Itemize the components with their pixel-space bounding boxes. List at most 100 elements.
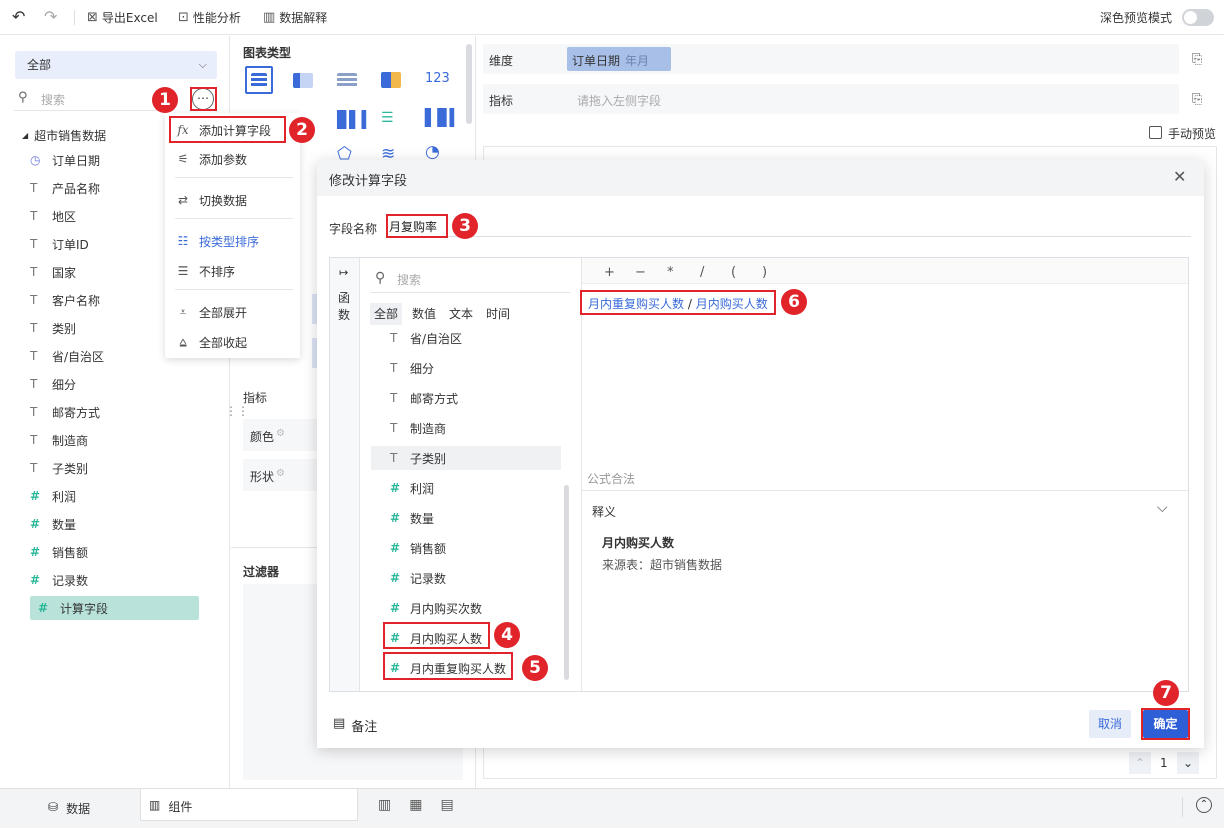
gauge-icon[interactable]: ◔ (425, 142, 440, 162)
toolbar-divider (74, 10, 75, 25)
stacked-chart-icon[interactable]: ▌▊▍ (425, 108, 462, 127)
field-item[interactable]: T 类别 (30, 316, 76, 340)
field-item[interactable]: T 邮寄方式 (30, 400, 100, 424)
component-tab[interactable]: ▥ 组件 (140, 789, 358, 821)
perf-analysis-button[interactable]: ⊡ 性能分析 (178, 9, 241, 26)
field-search-input[interactable]: 搜索 (41, 91, 65, 108)
dimension-row[interactable]: 维度 订单日期 年月 (483, 44, 1179, 74)
field-item[interactable]: T 制造商 (30, 428, 88, 452)
chart-type-scrollbar[interactable] (466, 44, 472, 124)
dialog-search-input[interactable]: 搜索 (397, 271, 421, 288)
add-text-icon[interactable]: ▤ (440, 797, 453, 813)
detail-table-icon (251, 73, 267, 87)
page-up-button[interactable]: ⌃ (1129, 752, 1151, 774)
dark-preview-toggle[interactable] (1182, 9, 1214, 26)
menu-item-expand-all[interactable]: ⩡ 全部展开 (175, 302, 247, 322)
dialog-field-item[interactable]: T 子类别 (371, 446, 561, 470)
dialog-field-item[interactable]: # 数量 (390, 506, 434, 530)
data-tab[interactable]: ⛁ 数据 (48, 800, 90, 817)
dialog-field-item[interactable]: T 制造商 (390, 416, 446, 440)
treemap-icon[interactable] (381, 72, 401, 88)
undo-button[interactable]: ↶ (12, 7, 25, 26)
data-explain-button[interactable]: ▥ 数据解释 (263, 9, 327, 26)
menu-item-collapse-all[interactable]: ⩠ 全部收起 (175, 332, 247, 352)
field-item[interactable]: # 计算字段 (30, 596, 199, 620)
dialog-field-item[interactable]: # 月内购买次数 (390, 596, 482, 620)
dialog-field-item[interactable]: # 利润 (390, 476, 434, 500)
chevron-down-icon[interactable]: ⌵ (1157, 500, 1168, 516)
kpi-number-icon[interactable]: 123 (425, 71, 450, 86)
field-item[interactable]: # 数量 (30, 512, 76, 536)
dataset-select[interactable]: 全部 ⌵ (15, 51, 217, 79)
field-item[interactable]: # 记录数 (30, 568, 88, 592)
export-excel-button[interactable]: ⊠ 导出Excel (87, 9, 158, 26)
cancel-button[interactable]: 取消 (1089, 710, 1131, 738)
field-item[interactable]: T 省/自治区 (30, 344, 104, 368)
undo-icon: ↶ (12, 7, 26, 26)
lock-icon[interactable]: ⎘ (1192, 92, 1208, 107)
cross-table-icon[interactable] (337, 73, 357, 88)
menu-item-switch-data[interactable]: ⇄ 切换数据 (175, 190, 247, 210)
minus-operator[interactable]: − (635, 265, 646, 280)
collapse-up-icon[interactable]: ⌃ (1196, 797, 1212, 813)
menu-item-sort-by-type[interactable]: ☷ 按类型排序 (175, 231, 259, 251)
redo-button[interactable]: ↷ (44, 7, 57, 26)
formula-status: 公式合法 (587, 472, 636, 486)
category-tab-time[interactable]: 时间 (482, 303, 514, 325)
close-icon[interactable]: ✕ (1173, 167, 1186, 186)
field-item[interactable]: T 细分 (30, 372, 76, 396)
manual-preview-checkbox[interactable] (1149, 126, 1162, 139)
dialog-field-item[interactable]: # 记录数 (390, 566, 446, 590)
field-item[interactable]: T 产品名称 (30, 176, 100, 200)
pivot-table-icon[interactable] (293, 73, 313, 88)
dialog-field-item[interactable]: T 省/自治区 (390, 330, 462, 350)
page-down-button[interactable]: ⌄ (1177, 752, 1199, 774)
color-config[interactable]: 颜色 ⚙ (243, 419, 317, 451)
field-item[interactable]: T 地区 (30, 204, 76, 228)
dimension-chip[interactable]: 订单日期 年月 (567, 47, 671, 71)
field-list-scrollbar[interactable] (564, 485, 569, 680)
bar-chart-icon[interactable]: ☰ (381, 110, 394, 126)
note-button[interactable]: ▤ 备注 (333, 716, 377, 735)
category-tab-text[interactable]: 文本 (445, 303, 477, 325)
field-item[interactable]: T 订单ID (30, 232, 89, 256)
field-item[interactable]: T 子类别 (30, 456, 88, 480)
left-paren-operator[interactable]: ( (731, 265, 736, 280)
divide-operator[interactable]: / (700, 265, 704, 280)
right-paren-operator[interactable]: ) (762, 265, 767, 280)
number-icon: # (390, 571, 401, 585)
field-item[interactable]: # 销售额 (30, 540, 88, 564)
number-icon: # (390, 511, 401, 525)
dialog-field-item[interactable]: T 邮寄方式 (390, 386, 458, 410)
field-item[interactable]: T 客户名称 (30, 288, 100, 312)
metric-row[interactable]: 指标 请拖入左侧字段 (483, 84, 1179, 114)
lock-icon[interactable]: ⎘ (1192, 52, 1208, 67)
field-label: 邮寄方式 (410, 391, 459, 406)
add-table-icon[interactable]: ▦ (409, 797, 422, 813)
column-chart-icon[interactable]: ▊▌▍ (337, 110, 374, 129)
search-underline (14, 110, 164, 111)
metric-label: 指标 (489, 94, 514, 108)
shape-config[interactable]: 形状 ⚙ (243, 459, 317, 491)
field-label: 记录数 (52, 573, 89, 588)
category-tab-all[interactable]: 全部 (370, 303, 403, 325)
add-chart-icon[interactable]: ▥ (378, 797, 391, 813)
function-side-tab[interactable]: ↦ 函数 (330, 258, 360, 691)
dataset-tree-node[interactable]: ◢ 超市销售数据 (22, 127, 106, 144)
menu-item-no-sort[interactable]: ☰ 不排序 (175, 261, 235, 281)
dialog-field-item[interactable]: T 细分 (390, 356, 434, 380)
field-label: 国家 (52, 265, 77, 280)
resize-handle-icon[interactable]: ⋮⋮ (225, 404, 249, 418)
dialog-field-item[interactable]: # 销售额 (390, 536, 446, 560)
category-tab-number[interactable]: 数值 (408, 303, 440, 325)
menu-separator (175, 289, 293, 290)
step-badge: 1 (152, 87, 178, 113)
field-options-menu: fx 添加计算字段 ⚟ 添加参数 ⇄ 切换数据 ☷ 按类型排序 ☰ 不排序 ⩡ 全部展开 ⩠… (165, 113, 300, 358)
menu-item-add-param[interactable]: ⚟ 添加参数 (175, 149, 247, 169)
field-item[interactable]: # 利润 (30, 484, 76, 508)
field-item[interactable]: ◷ 订单日期 (30, 148, 100, 172)
plus-operator[interactable]: + (604, 265, 615, 280)
desc-title: 释义 (592, 505, 617, 519)
multiply-operator[interactable]: * (667, 265, 674, 280)
field-item[interactable]: T 国家 (30, 260, 76, 284)
